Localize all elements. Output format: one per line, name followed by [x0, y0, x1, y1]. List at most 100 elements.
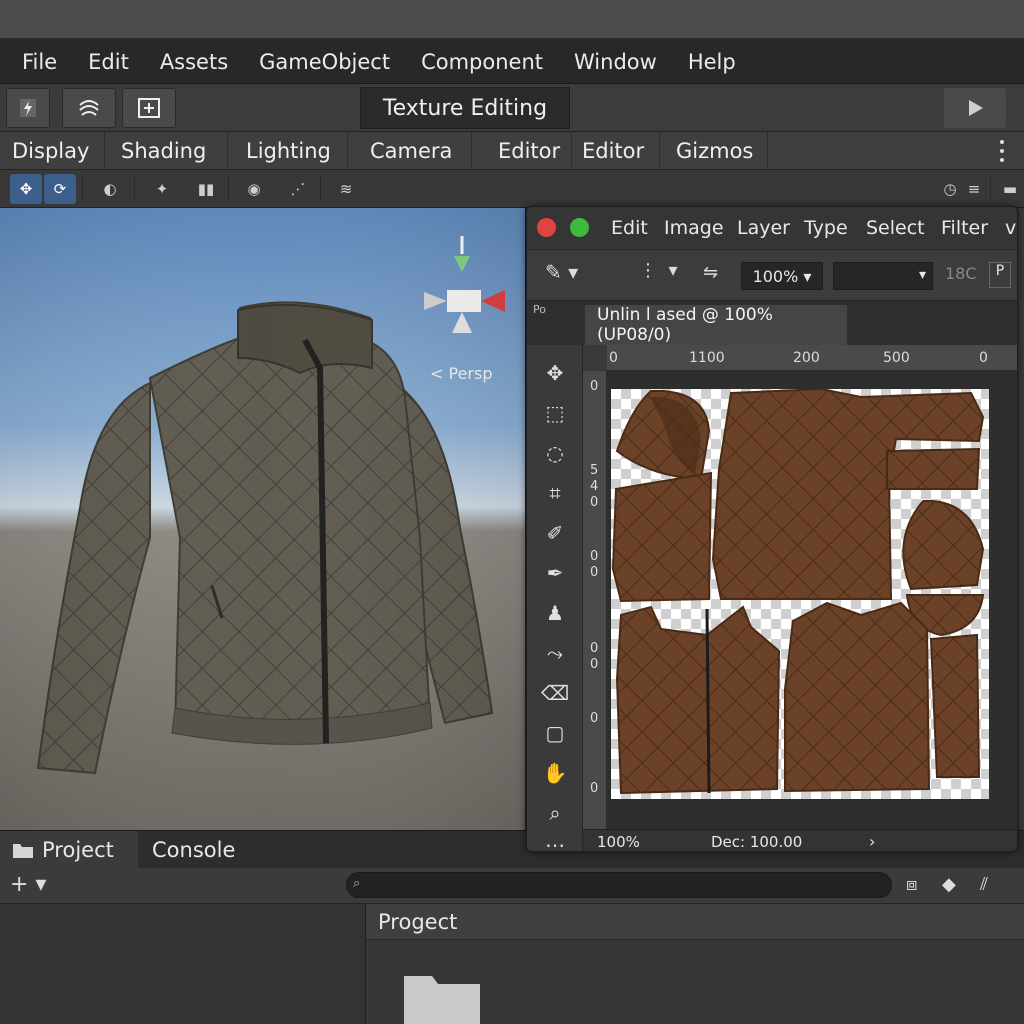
- zoom-tool-icon[interactable]: ⌕: [541, 799, 569, 827]
- size-field[interactable]: 18C: [945, 264, 977, 283]
- gizmo-toolbar: ✥ ⟳ ◐ ✦ ▮▮ ◉ ⋰ ≋ ◷ ≡ ▬: [0, 170, 1024, 208]
- status-bar: 100% Dec: 100.00 ›: [583, 829, 1017, 851]
- hand-tool-icon[interactable]: ✋: [541, 759, 569, 787]
- brush-tool-icon[interactable]: ✒: [541, 559, 569, 587]
- uv-pieces: [611, 389, 985, 795]
- eraser-tool-icon[interactable]: ⌫: [541, 679, 569, 707]
- tab-project-label: Project: [42, 838, 114, 862]
- options-bar: ✎ ▾ ⋮ ▾ ⇋ 100% ▾ ▾ 18C P: [527, 249, 1017, 301]
- collapse-icon[interactable]: ▬: [994, 174, 1024, 204]
- main-toolbar: Texture Editing: [0, 84, 1024, 132]
- menu-window[interactable]: Window: [574, 50, 657, 74]
- brush-icon[interactable]: ✎ ▾: [545, 260, 578, 284]
- tab-console[interactable]: Console: [152, 831, 235, 869]
- add-icon[interactable]: + ▾: [10, 872, 46, 897]
- document-tab[interactable]: Unlin l ased @ 100% (UP08/0): [585, 305, 847, 345]
- tab-gizmos[interactable]: Gizmos: [666, 132, 768, 170]
- uv-texture-canvas[interactable]: [611, 389, 989, 799]
- tab-display[interactable]: Display: [2, 132, 105, 170]
- menu-file[interactable]: File: [22, 50, 57, 74]
- menu-component[interactable]: Component: [421, 50, 543, 74]
- grid-icon[interactable]: ⋰: [282, 174, 314, 204]
- tab-shading[interactable]: Shading: [111, 132, 228, 170]
- move-gizmo-icon[interactable]: ✥: [10, 174, 42, 204]
- project-tree[interactable]: [0, 904, 366, 1024]
- folder-asset-icon[interactable]: [402, 970, 482, 1024]
- more-options-icon[interactable]: [992, 138, 1012, 164]
- jacket-model: [0, 208, 525, 830]
- list-icon[interactable]: ≡: [958, 174, 990, 204]
- play-button[interactable]: [944, 88, 1006, 128]
- menu-assets[interactable]: Assets: [160, 50, 228, 74]
- tab-editor[interactable]: Editor: [488, 132, 572, 170]
- lasso-tool-icon[interactable]: ◌: [541, 439, 569, 467]
- history-brush-icon[interactable]: ⤳: [541, 639, 569, 667]
- window-title-strip: [0, 0, 1024, 40]
- editor-menu-image[interactable]: Image: [664, 217, 724, 239]
- swirl-icon: [79, 100, 99, 116]
- editor-menu-bar: Edit Image Layer Type Select Filter v: [527, 207, 1017, 249]
- editor-menu-more[interactable]: v: [1005, 217, 1016, 239]
- project-content: Progect: [366, 904, 1024, 1024]
- editor-menu-type[interactable]: Type: [804, 217, 848, 239]
- chevron-right-icon[interactable]: ›: [869, 832, 875, 851]
- audio-icon[interactable]: ▮▮: [190, 174, 222, 204]
- scene-tool-button[interactable]: [122, 88, 176, 128]
- ruler-top: 0 1100 200 500 0: [607, 345, 1017, 371]
- folder-icon: [13, 844, 33, 858]
- brush-size-icon[interactable]: ⋮ ▾: [639, 260, 677, 281]
- ruler-left: 0 5 4 0 0 0 0 0 0 0: [583, 371, 607, 829]
- maximize-icon[interactable]: [570, 218, 589, 237]
- hidden-packages-icon[interactable]: ⫽: [980, 874, 988, 895]
- tab-project[interactable]: Project: [0, 831, 138, 869]
- menu-gameobject[interactable]: GameObject: [259, 50, 390, 74]
- hand-tool-button[interactable]: [6, 88, 50, 128]
- eyedropper-tool-icon[interactable]: ✐: [541, 519, 569, 547]
- status-zoom[interactable]: 100%: [597, 833, 640, 851]
- frame-icon: [138, 98, 160, 118]
- editor-menu-select[interactable]: Select: [866, 217, 925, 239]
- transform-tool-button[interactable]: [62, 88, 116, 128]
- more-tools-icon[interactable]: ⋯: [541, 831, 569, 851]
- editor-menu-edit[interactable]: Edit: [611, 217, 648, 239]
- layers-icon[interactable]: ≋: [330, 174, 362, 204]
- stamp-tool-icon[interactable]: ♟: [541, 599, 569, 627]
- tab-editor-2[interactable]: Editor: [572, 132, 660, 170]
- project-header: Progect: [366, 904, 1024, 940]
- scene-viewport[interactable]: < Persp: [0, 208, 527, 830]
- editor-menu-filter[interactable]: Filter: [941, 217, 988, 239]
- document-tabs: Po Unlin l ased @ 100% (UP08/0): [527, 301, 1017, 345]
- canvas-area[interactable]: [607, 371, 1017, 829]
- pressure-icon[interactable]: P: [989, 262, 1011, 288]
- tab-lighting[interactable]: Lighting: [236, 132, 348, 170]
- rotate-gizmo-icon[interactable]: ⟳: [44, 174, 76, 204]
- opacity-value: 100%: [752, 266, 799, 286]
- tab-camera[interactable]: Camera: [360, 132, 472, 170]
- image-editor-window: Edit Image Layer Type Select Filter v ✎ …: [526, 206, 1018, 852]
- play-icon: [969, 100, 983, 116]
- opacity-field[interactable]: 100% ▾: [741, 262, 823, 290]
- menu-help[interactable]: Help: [688, 50, 736, 74]
- tools-panel: ✥ ⬚ ◌ ⌗ ✐ ✒ ♟ ⤳ ⌫ ▢ ✋ ⌕ ⋯: [527, 345, 583, 851]
- crop-tool-icon[interactable]: ⌗: [541, 479, 569, 507]
- label-icon[interactable]: ◆: [942, 874, 956, 895]
- shape-tool-icon[interactable]: ▢: [541, 719, 569, 747]
- mode-icon[interactable]: ⇋: [703, 262, 718, 283]
- projection-label[interactable]: < Persp: [430, 364, 492, 383]
- bolt-icon: [20, 99, 36, 117]
- menu-edit[interactable]: Edit: [88, 50, 129, 74]
- tools-label: Po: [533, 303, 546, 316]
- marquee-tool-icon[interactable]: ⬚: [541, 399, 569, 427]
- light-icon[interactable]: ✦: [146, 174, 178, 204]
- orbit-icon[interactable]: ◐: [94, 174, 126, 204]
- editor-menu-layer[interactable]: Layer: [737, 217, 790, 239]
- close-icon[interactable]: [537, 218, 556, 237]
- status-doc-info: Dec: 100.00: [711, 832, 803, 851]
- mode-title: Texture Editing: [360, 87, 570, 129]
- move-tool-icon[interactable]: ✥: [541, 359, 569, 387]
- search-input[interactable]: ⌕: [346, 872, 892, 898]
- filter-icon[interactable]: ⧈: [906, 874, 917, 895]
- effects-icon[interactable]: ◉: [238, 174, 270, 204]
- flow-field[interactable]: ▾: [833, 262, 933, 290]
- scene-tabs: Display Shading Lighting Camera Editor E…: [0, 132, 1024, 170]
